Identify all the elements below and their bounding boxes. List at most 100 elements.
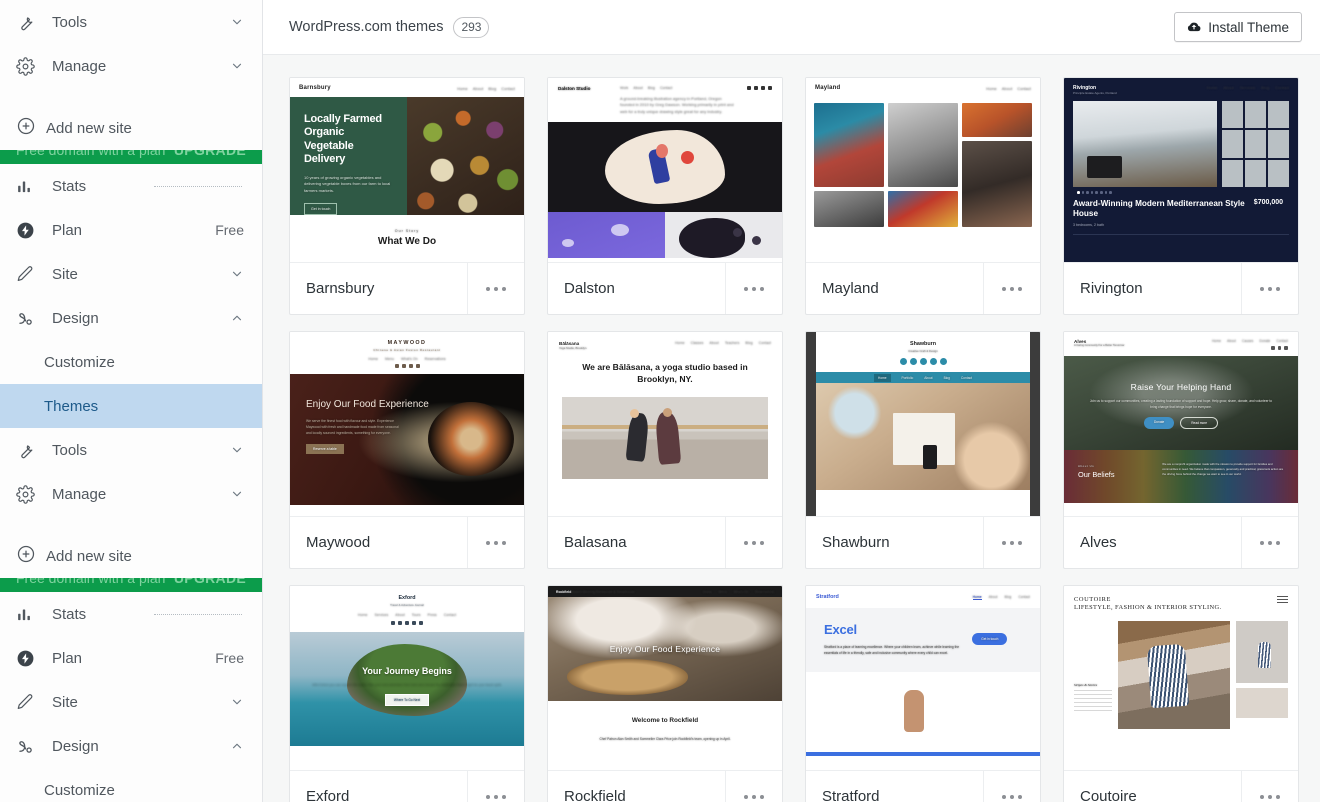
sidebar-item-manage-2[interactable]: Manage [0,472,262,516]
sidebar-item-plan[interactable]: Plan Free [0,208,262,252]
upgrade-banner-2[interactable]: Free domain with a plan UPGRADE [0,578,262,592]
theme-more-button[interactable] [983,517,1040,568]
theme-card[interactable]: Exford Travel & Adventure Journal Home S… [289,585,525,802]
theme-preview-rockfield[interactable]: Rockfield Award-Winning Restaurant & Ste… [548,586,782,771]
mini-nav-item: About [395,613,405,617]
theme-more-button[interactable] [725,771,782,802]
sidebar-item-stats-2[interactable]: Stats [0,592,262,636]
theme-name: Dalston [564,280,615,297]
theme-more-button[interactable] [467,263,524,314]
theme-more-button[interactable] [983,771,1040,802]
mini-nav-item: Contact [1017,85,1031,91]
theme-preview-exford[interactable]: Exford Travel & Adventure Journal Home S… [290,586,524,771]
mini-nav-item: Blog [745,341,753,345]
design-icon [16,734,42,758]
theme-card[interactable]: MAYWOOD Chinese & Asian Fusion Restauran… [289,331,525,569]
page-title: WordPress.com themes [289,19,444,35]
stats-sparkline [154,185,242,187]
sidebar-item-tools-2[interactable]: Tools [0,428,262,472]
theme-card[interactable]: Mayland Home About Contact Mayland [805,77,1041,315]
theme-preview-shawburn[interactable]: Shawburn Creative Craft & Design Home Po… [806,332,1040,517]
theme-card[interactable]: Barnsbury Home About Blog Contact Locall… [289,77,525,315]
theme-card[interactable]: Shawburn Creative Craft & Design Home Po… [805,331,1041,569]
mini-nav-item: Tours [411,613,421,617]
theme-more-button[interactable] [725,517,782,568]
theme-more-button[interactable] [1241,517,1298,568]
mini-button: Get in touch [972,633,1008,646]
mini-nav-item: Causes [1241,339,1254,343]
theme-name: Alves [1080,534,1117,551]
mini-section-kicker: Our Story [394,229,420,233]
theme-card[interactable]: Dalston Studio Work About Blog Contact A… [547,77,783,315]
themes-grid-scroll[interactable]: Barnsbury Home About Blog Contact Locall… [263,55,1320,802]
theme-preview-alves[interactable]: Alves A Caring Community For a Better To… [1064,332,1298,517]
chevron-down-icon [230,695,244,709]
sidebar-item-manage[interactable]: Manage [0,44,262,88]
sidebar-item-site[interactable]: Site [0,252,262,296]
theme-card[interactable]: Bālāsana Yoga Studio, Brooklyn Home Clas… [547,331,783,569]
sidebar-item-themes[interactable]: Themes [0,384,262,428]
mini-heading: Raise Your Helping Hand [1130,381,1232,392]
sidebar-add-new-site[interactable]: Add new site [0,106,262,150]
wrench-icon [16,10,42,34]
upgrade-banner-action[interactable]: UPGRADE [174,150,246,157]
mini-brand: Alves A Caring Community For a Better To… [1074,339,1125,347]
gear-icon [16,482,42,506]
mini-nav-item: Contact [1018,594,1030,599]
theme-card[interactable]: Stratford Home About Blog Contact Excel … [805,585,1041,802]
mini-hero-image [816,383,1030,490]
sidebar-item-tools[interactable]: Tools [0,0,262,44]
mini-brand: MAYWOOD [387,340,427,346]
theme-preview-balasana[interactable]: Bālāsana Yoga Studio, Brooklyn Home Clas… [548,332,782,517]
theme-card[interactable]: Rivington Principle Estate Agents, Portl… [1063,77,1299,315]
mini-nav-item: About [988,594,998,599]
mini-nav-item: Blog [943,375,950,380]
theme-more-button[interactable] [467,517,524,568]
theme-card[interactable]: Alves A Caring Community For a Better To… [1063,331,1299,569]
theme-preview-maywood[interactable]: MAYWOOD Chinese & Asian Fusion Restauran… [290,332,524,517]
mini-nav-item: Press [427,613,437,617]
install-theme-button[interactable]: Install Theme [1174,12,1302,42]
sidebar: Tools Manage Add new site Free domain wi… [0,0,263,802]
theme-preview-rivington[interactable]: Rivington Principle Estate Agents, Portl… [1064,78,1298,263]
sidebar-item-label: Plan [52,221,83,239]
sidebar-item-stats[interactable]: Stats [0,164,262,208]
theme-more-button[interactable] [1241,263,1298,314]
theme-preview-mayland[interactable]: Mayland Home About Contact [806,78,1040,263]
sidebar-item-plan-2[interactable]: Plan Free [0,636,262,680]
sidebar-add-new-site-2[interactable]: Add new site [0,534,262,578]
theme-more-button[interactable] [725,263,782,314]
sidebar-item-customize-2[interactable]: Customize [0,768,262,802]
sidebar-item-customize[interactable]: Customize [0,340,262,384]
mini-social-icons [290,621,524,625]
mini-nav-item: About [472,85,484,91]
theme-preview-coutoire[interactable]: COUTOIRE LIFESTYLE, FASHION & INTERIOR S… [1064,586,1298,771]
sidebar-sub-label: Customize [44,353,115,371]
mini-button: Reserve a table [306,444,344,455]
theme-more-button[interactable] [1241,771,1298,802]
mini-nav-item: Services [374,613,389,617]
theme-preview-stratford[interactable]: Stratford Home About Blog Contact Excel … [806,586,1040,771]
ellipsis-icon [1002,540,1022,545]
mini-heading: Excel [824,622,857,637]
sidebar-item-design[interactable]: Design [0,296,262,340]
theme-more-button[interactable] [983,263,1040,314]
mini-social-icons [816,358,1030,365]
theme-preview-barnsbury[interactable]: Barnsbury Home About Blog Contact Locall… [290,78,524,263]
theme-card[interactable]: Rockfield Award-Winning Restaurant & Ste… [547,585,783,802]
theme-name: Coutoire [1080,788,1137,802]
sidebar-item-design-2[interactable]: Design [0,724,262,768]
mini-tagline: LIFESTYLE, FASHION & INTERIOR STYLING. [1074,604,1222,611]
upgrade-banner[interactable]: Free domain with a plan UPGRADE [0,150,262,164]
themes-grid: Barnsbury Home About Blog Contact Locall… [289,77,1306,802]
theme-card-footer: Coutoire [1064,771,1298,802]
theme-preview-dalston[interactable]: Dalston Studio Work About Blog Contact A… [548,78,782,263]
sidebar-item-site-2[interactable]: Site [0,680,262,724]
theme-card-footer: Rockfield [548,771,782,802]
theme-card[interactable]: COUTOIRE LIFESTYLE, FASHION & INTERIOR S… [1063,585,1299,802]
sidebar-sub-label: Themes [44,397,99,415]
mini-nav-item: Home [357,613,368,617]
mini-nav-item: Menu [718,589,727,594]
theme-more-button[interactable] [467,771,524,802]
upgrade-banner-action[interactable]: UPGRADE [174,578,246,585]
